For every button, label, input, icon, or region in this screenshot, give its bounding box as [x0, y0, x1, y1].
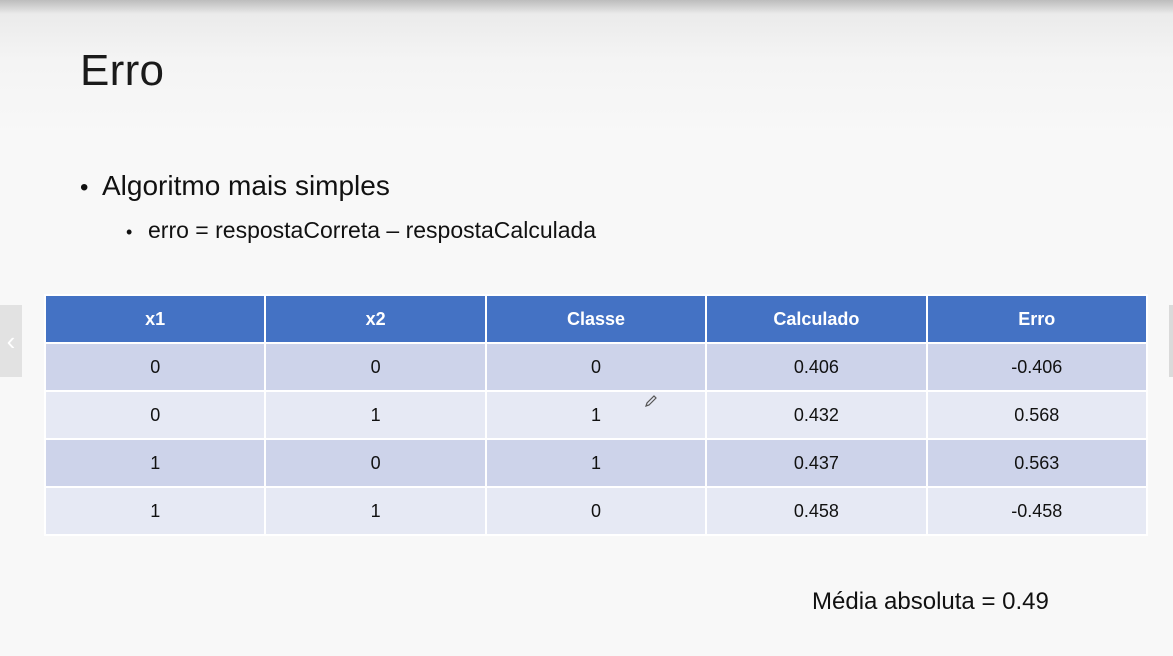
bullet-dot: •: [80, 174, 89, 201]
top-shade: [0, 0, 1173, 14]
bullet-level1-text: Algoritmo mais simples: [102, 170, 390, 201]
cell-x1: 0: [43, 390, 267, 440]
cell-classe: 1: [484, 390, 708, 440]
cell-x1: 1: [43, 486, 267, 536]
mean-absolute-error: Média absoluta = 0.49: [812, 588, 1049, 615]
header-x1: x1: [43, 294, 267, 344]
header-x2: x2: [264, 294, 487, 344]
table-row: 1 1 0 0.458 -0.458: [43, 486, 1149, 536]
header-erro: Erro: [925, 294, 1149, 344]
cell-erro: 0.563: [925, 438, 1149, 488]
cell-erro: 0.568: [925, 390, 1149, 440]
table-row: 1 0 1 0.437 0.563: [43, 438, 1149, 488]
cell-x2: 1: [264, 390, 487, 440]
cell-erro: -0.458: [925, 486, 1149, 536]
cell-erro: -0.406: [925, 342, 1149, 392]
cell-calculado: 0.432: [705, 390, 928, 440]
header-calculado: Calculado: [705, 294, 928, 344]
header-classe: Classe: [484, 294, 708, 344]
cell-x1: 1: [43, 438, 267, 488]
bullet-dot: •: [126, 222, 133, 242]
table-row: 0 0 0 0.406 -0.406: [43, 342, 1149, 392]
prev-slide-button[interactable]: ‹: [0, 305, 22, 377]
cell-classe: 0: [484, 486, 708, 536]
table-header-row: x1 x2 Classe Calculado Erro: [43, 294, 1149, 344]
cell-classe: 1: [484, 438, 708, 488]
slide-title: Erro: [80, 46, 165, 95]
next-slide-button[interactable]: [1169, 305, 1173, 377]
chevron-left-icon: ‹: [6, 325, 16, 356]
bullet-level2-text: erro = respostaCorreta – respostaCalcula…: [148, 217, 597, 243]
cell-calculado: 0.458: [705, 486, 928, 536]
bullet-level2: • erro = respostaCorreta – respostaCalcu…: [126, 217, 596, 244]
cell-x1: 0: [43, 342, 267, 392]
pen-cursor-icon: [645, 395, 657, 407]
bullet-level1: • Algoritmo mais simples: [80, 170, 390, 202]
cell-calculado: 0.406: [705, 342, 928, 392]
cell-x2: 0: [264, 342, 487, 392]
cell-classe: 0: [484, 342, 708, 392]
cell-x2: 1: [264, 486, 487, 536]
slide: Erro • Algoritmo mais simples • erro = r…: [0, 0, 1173, 656]
error-table: x1 x2 Classe Calculado Erro 0 0 0 0.406 …: [43, 294, 1149, 536]
cell-x2: 0: [264, 438, 487, 488]
cell-calculado: 0.437: [705, 438, 928, 488]
table-row: 0 1 1 0.432 0.568: [43, 390, 1149, 440]
